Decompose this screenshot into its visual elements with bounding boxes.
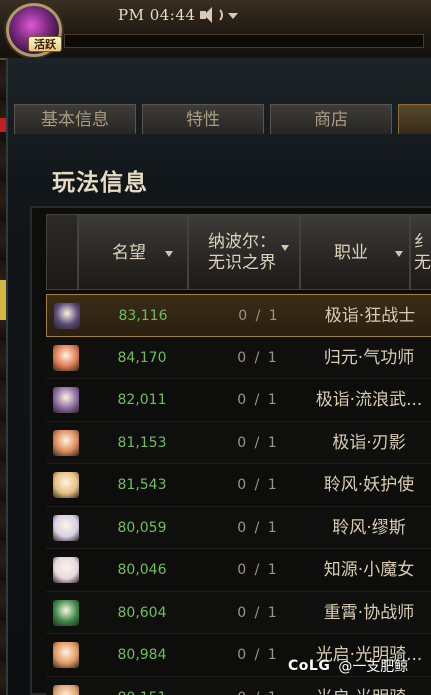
header-job-label: 职业	[334, 242, 368, 263]
header-reputation[interactable]: 名望	[78, 214, 188, 290]
napol-progress-value: 0 / 1	[237, 392, 279, 408]
job-value: 聆风·缪斯	[332, 517, 406, 538]
napol-progress-value: 0 / 1	[237, 349, 279, 366]
character-portrait-icon	[53, 344, 79, 371]
napol-progress-value: 0 / 1	[237, 604, 279, 621]
napol-progress-value: 0 / 1	[237, 434, 279, 451]
table-row[interactable]: 80,151 0 / 1光启·光明骑...	[46, 676, 431, 695]
exp-bar	[64, 34, 424, 48]
reputation-value: 81,153	[117, 434, 167, 451]
job-value: 极诣·流浪武...	[315, 390, 423, 410]
status-bar: 活跃 PM 04:44	[0, 0, 431, 60]
sort-arrow-icon	[281, 245, 289, 251]
reputation-value: 83,116	[118, 308, 168, 324]
reputation-value: 82,011	[117, 392, 167, 408]
reputation-value: 80,984	[117, 647, 167, 663]
napol-progress-value: 0 / 1	[237, 519, 279, 536]
header-napol-label: 纳波尔： 无识之界	[208, 232, 276, 273]
tab-more[interactable]	[398, 104, 431, 134]
character-portrait-icon	[53, 429, 79, 456]
job-value: 归元·气功师	[323, 347, 415, 368]
napol-progress-value: 0 / 1	[238, 308, 280, 324]
tab-shop[interactable]: 商店	[270, 104, 392, 134]
character-portrait-icon	[53, 599, 79, 626]
tab-basic-info[interactable]: 基本信息	[14, 104, 136, 134]
character-portrait-icon	[54, 303, 80, 329]
header-napol-progress[interactable]: 纳波尔： 无识之界	[188, 214, 300, 290]
character-portrait-icon	[53, 472, 79, 498]
character-portrait-icon	[53, 557, 79, 583]
clock: PM 04:44	[118, 6, 196, 24]
character-table: 名望 纳波尔： 无识之界 职业 纟 无 83,116 0 / 1 极诣·狂战士 84,…	[30, 206, 431, 695]
character-portrait-icon	[53, 642, 79, 668]
table-row[interactable]: 80,604 0 / 1 重霄·协战师	[46, 591, 431, 634]
header-reputation-label: 名望	[112, 242, 146, 263]
table-row[interactable]: 83,116 0 / 1 极诣·狂战士	[46, 294, 431, 337]
activity-badge: 活跃	[28, 36, 62, 52]
watermark-brand: CoLG	[288, 658, 331, 674]
job-value: 极诣·狂战士	[324, 306, 416, 326]
panel-title: 玩法信息	[52, 170, 148, 196]
watermark: CoLG @一支肥鲸	[288, 653, 428, 679]
job-value: 知源·小魔女	[323, 560, 415, 580]
napol-progress-value: 0 / 1	[237, 562, 279, 578]
sort-arrow-icon	[395, 251, 403, 257]
job-value: 光启·光明骑...	[314, 677, 424, 695]
reputation-value: 80,151	[92, 677, 192, 695]
table-row[interactable]: 81,543 0 / 1 聆风·妖护使	[46, 464, 431, 507]
napol-progress-value: 0 / 1	[202, 677, 314, 695]
tab-traits[interactable]: 特性	[142, 104, 264, 134]
table-row[interactable]: 80,059 0 / 1 聆风·缪斯	[46, 506, 431, 549]
character-portrait-icon	[53, 387, 79, 413]
character-portrait-icon	[53, 684, 79, 695]
reputation-value: 80,046	[117, 562, 167, 578]
header-next-label: 纟 无	[414, 232, 431, 273]
sort-arrow-icon	[165, 251, 173, 257]
reputation-value: 80,604	[117, 604, 167, 621]
table-row[interactable]: 84,170 0 / 1 归元·气功师	[46, 336, 431, 379]
table-row[interactable]: 82,011 0 / 1 极诣·流浪武...	[46, 379, 431, 422]
header-job[interactable]: 职业	[300, 214, 410, 290]
header-icon-column	[46, 214, 78, 290]
table-row[interactable]: 81,153 0 / 1 极诣·刃影	[46, 421, 431, 464]
job-value: 聆风·妖护使	[323, 475, 415, 495]
table-body: 83,116 0 / 1 极诣·狂战士 84,170 0 / 1 归元·气功师 82,011…	[46, 294, 431, 695]
job-value: 极诣·刃影	[332, 432, 406, 453]
reputation-value: 81,543	[117, 477, 167, 493]
table-row[interactable]: 80,046 0 / 1 知源·小魔女	[46, 549, 431, 592]
napol-progress-value: 0 / 1	[237, 477, 279, 493]
header-next-column[interactable]: 纟 无	[410, 214, 431, 290]
reputation-value: 84,170	[117, 349, 167, 366]
volume-icon[interactable]	[200, 6, 238, 24]
table-header: 名望 纳波尔： 无识之界 职业 纟 无	[32, 214, 431, 290]
watermark-user: @一支肥鲸	[338, 659, 409, 675]
job-value: 重霄·协战师	[323, 602, 415, 623]
reputation-value: 80,059	[117, 519, 167, 536]
character-portrait-icon	[53, 514, 79, 541]
